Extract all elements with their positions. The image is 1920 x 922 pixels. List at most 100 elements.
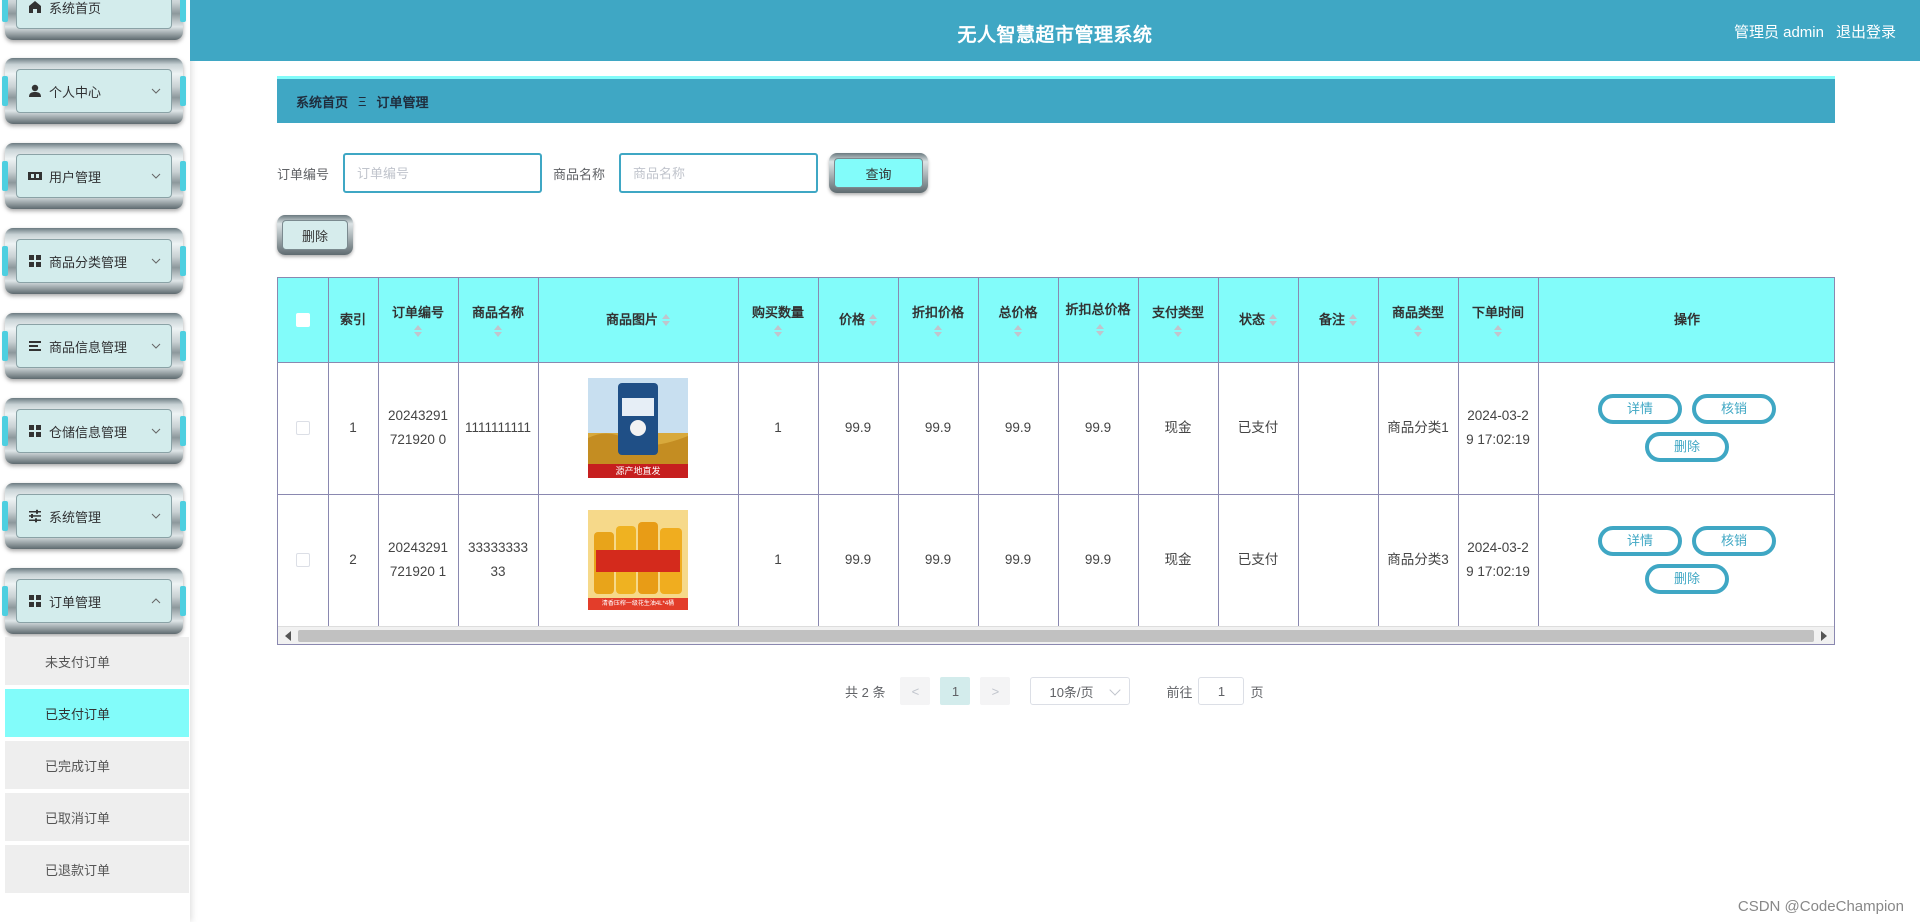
sidebar-item-label: 订单管理 [49, 594, 102, 610]
sort-icon[interactable] [1494, 324, 1502, 337]
column-header[interactable]: 订单编号 [378, 278, 459, 363]
app-title: 无人智慧超市管理系统 [957, 25, 1153, 46]
sort-icon[interactable] [774, 324, 782, 337]
remark-cell [1298, 362, 1379, 495]
sort-icon[interactable] [1269, 314, 1277, 327]
sort-icon[interactable] [869, 314, 877, 327]
detail-button[interactable]: 详情 [1598, 526, 1682, 556]
product-image-oil[interactable]: 清香压榨一级花生油4L*4桶 [588, 510, 688, 610]
actions-cell: 详情 核销 删除 [1538, 494, 1834, 627]
order-time-cell: 2024-03-29 17:02:19 [1458, 494, 1539, 627]
category-cell: 商品分类3 [1378, 494, 1459, 627]
verify-button[interactable]: 核销 [1692, 526, 1776, 556]
prev-page-button[interactable]: < [900, 677, 931, 705]
detail-button[interactable]: 详情 [1598, 394, 1682, 424]
select-all-checkbox[interactable] [295, 313, 310, 328]
column-header[interactable]: 购买数量 [738, 278, 819, 363]
logout-link[interactable]: 退出登录 [1836, 21, 1896, 42]
product-image-cell: 源产地直发 [538, 362, 739, 495]
breadcrumb-home[interactable]: 系统首页 [296, 92, 348, 111]
sort-icon[interactable] [414, 324, 422, 337]
sidebar-item-system[interactable]: 系统管理 [2, 483, 186, 549]
sort-icon[interactable] [934, 324, 942, 337]
sort-icon[interactable] [494, 324, 502, 337]
query-button-label: 查询 [834, 158, 923, 188]
order-no-input[interactable] [343, 153, 542, 193]
sidebar-item-label: 系统首页 [49, 0, 102, 16]
submenu-cancelled-orders[interactable]: 已取消订单 [5, 793, 189, 843]
row-checkbox[interactable] [295, 553, 310, 568]
product-image-rice[interactable]: 源产地直发 [588, 378, 688, 478]
column-header[interactable]: 状态 [1218, 278, 1299, 363]
sort-icon[interactable] [1014, 324, 1022, 337]
index-cell: 2 [328, 494, 379, 627]
status-cell: 已支付 [1218, 362, 1299, 495]
submenu-completed-orders[interactable]: 已完成订单 [5, 741, 189, 791]
pay-type-cell: 现金 [1138, 494, 1219, 627]
goto-page-input[interactable]: 1 [1198, 677, 1245, 705]
sliders-icon [27, 508, 43, 524]
page-number[interactable]: 1 [940, 677, 971, 705]
scroll-left-icon[interactable] [285, 631, 291, 641]
page-size-value: 10条/页 [1049, 684, 1094, 700]
discount-price-cell: 99.9 [898, 494, 979, 627]
sort-icon[interactable] [1414, 324, 1422, 337]
goto-prefix: 前往 [1166, 684, 1193, 700]
sidebar-item-orders[interactable]: 订单管理 [2, 568, 186, 634]
breadcrumb-current: 订单管理 [376, 94, 429, 110]
sidebar-item-home[interactable]: 系统首页 [2, 0, 186, 40]
column-header[interactable]: 折扣总价格 [1058, 278, 1139, 363]
column-header[interactable]: 商品图片 [538, 278, 739, 363]
scroll-right-icon[interactable] [1821, 631, 1827, 641]
sidebar-item-category[interactable]: 商品分类管理 [2, 228, 186, 294]
pay-type-cell: 现金 [1138, 362, 1219, 495]
chevron-down-icon [151, 343, 161, 349]
sidebar-item-label: 商品分类管理 [49, 254, 128, 270]
submenu-unpaid-orders[interactable]: 未支付订单 [5, 637, 189, 687]
column-header[interactable]: 备注 [1298, 278, 1379, 363]
page-size-select[interactable]: 10条/页 [1030, 677, 1131, 705]
sort-icon[interactable] [1096, 324, 1104, 337]
oil-caption: 清香压榨一级花生油4L*4桶 [601, 601, 675, 607]
scrollbar-thumb[interactable] [298, 630, 1814, 642]
table-header-row: 索引 订单编号 商品名称 商品图片 购买数量 价格 折扣价格 总价格 折扣总价格… [278, 278, 1834, 363]
product-name-input[interactable] [619, 153, 818, 193]
bulk-delete-button[interactable]: 删除 [277, 215, 353, 255]
sort-icon[interactable] [1174, 324, 1182, 337]
discount-total-cell: 99.9 [1058, 362, 1139, 495]
chevron-down-icon [151, 428, 161, 434]
row-checkbox[interactable] [295, 421, 310, 436]
index-cell: 1 [328, 362, 379, 495]
sort-icon[interactable] [1349, 314, 1357, 327]
column-header[interactable]: 价格 [818, 278, 899, 363]
column-header[interactable]: 下单时间 [1458, 278, 1539, 363]
sort-icon[interactable] [662, 314, 670, 327]
verify-button[interactable]: 核销 [1692, 394, 1776, 424]
horizontal-scrollbar[interactable] [278, 626, 1834, 644]
column-header[interactable]: 支付类型 [1138, 278, 1219, 363]
sidebar-item-users[interactable]: 用户管理 [2, 143, 186, 209]
delete-button[interactable]: 删除 [1645, 432, 1729, 462]
total-price-cell: 99.9 [978, 494, 1059, 627]
next-page-button[interactable]: > [980, 677, 1011, 705]
order-no-cell: 20243291721920 0 [378, 362, 459, 495]
user-label: 管理员 admin [1733, 24, 1824, 41]
product-name-cell: 3333333333 [458, 494, 539, 627]
chevron-down-icon [151, 88, 161, 94]
column-header[interactable]: 折扣价格 [898, 278, 979, 363]
column-header[interactable]: 商品类型 [1378, 278, 1459, 363]
sidebar-item-warehouse[interactable]: 仓储信息管理 [2, 398, 186, 464]
sidebar-item-product-info[interactable]: 商品信息管理 [2, 313, 186, 379]
column-header[interactable]: 商品名称 [458, 278, 539, 363]
query-button[interactable]: 查询 [829, 153, 928, 193]
product-name-label: 商品名称 [553, 167, 606, 182]
discount-total-cell: 99.9 [1058, 494, 1139, 627]
price-cell: 99.9 [818, 362, 899, 495]
submenu-refunded-orders[interactable]: 已退款订单 [5, 845, 189, 895]
delete-button[interactable]: 删除 [1645, 564, 1729, 594]
sidebar-item-profile[interactable]: 个人中心 [2, 58, 186, 124]
pagination: 共 2 条 < 1 > 10条/页 前往 1 页 [845, 677, 1264, 705]
column-header[interactable]: 总价格 [978, 278, 1059, 363]
total-count: 共 2 条 [845, 684, 886, 700]
submenu-paid-orders[interactable]: 已支付订单 [5, 689, 189, 739]
